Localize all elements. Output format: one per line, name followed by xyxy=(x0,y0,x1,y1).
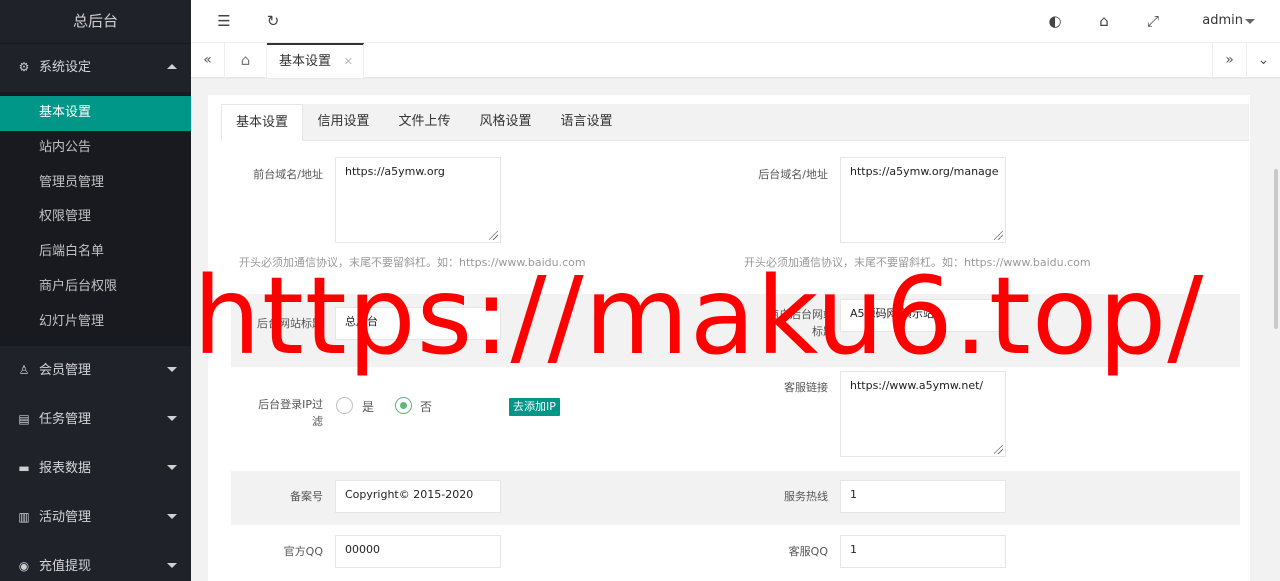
gear-icon: ⚙ xyxy=(18,60,30,74)
scroll-left-icon[interactable]: « xyxy=(191,43,225,78)
chevron-up-icon xyxy=(167,64,177,69)
nav-group-label: 充值提现 xyxy=(39,558,92,574)
sidebar-item-whitelist[interactable]: 后端白名单 xyxy=(0,235,191,270)
tab-language[interactable]: 语言设置 xyxy=(546,104,627,141)
nav-group-label: 任务管理 xyxy=(39,411,92,427)
coin-icon: ◉ xyxy=(18,558,30,573)
front-domain-textarea[interactable]: https://a5ymw.org xyxy=(335,157,501,243)
hotline-input[interactable]: 1 xyxy=(840,480,1006,513)
official-qq-label: 官方QQ xyxy=(283,545,323,558)
fullscreen-icon[interactable]: ⤢ xyxy=(1143,11,1163,31)
user-icon: ♙ xyxy=(18,362,30,377)
ip-filter-no-radio[interactable] xyxy=(395,397,412,414)
book-icon: ▥ xyxy=(18,509,30,524)
ip-filter-no-label: 否 xyxy=(420,400,433,414)
close-icon[interactable]: ✕ xyxy=(344,45,353,79)
resize-handle[interactable] xyxy=(994,231,1003,240)
palette-icon[interactable]: ◐ xyxy=(1045,11,1065,31)
ip-filter-yes-label: 是 xyxy=(362,400,375,414)
nav-group-reports[interactable]: ▬ 报表数据 xyxy=(0,444,191,493)
back-domain-value: https://a5ymw.org/manage xyxy=(850,165,999,178)
nav-group-system[interactable]: ⚙ 系统设定 xyxy=(0,43,191,92)
sidebar-item-admins[interactable]: 管理员管理 xyxy=(0,166,191,201)
service-qq-input[interactable]: 1 xyxy=(840,535,1006,568)
home-icon[interactable]: ⌂ xyxy=(225,43,267,78)
resize-handle[interactable] xyxy=(489,231,498,240)
scroll-right-icon[interactable]: » xyxy=(1212,43,1246,78)
tag-icon[interactable]: ⌂ xyxy=(1094,11,1114,31)
page-tab-basic-settings[interactable]: 基本设置 ✕ xyxy=(267,43,364,78)
watermark-overlay: https://maku6.top/ xyxy=(193,255,1205,379)
sidebar-item-announcements[interactable]: 站内公告 xyxy=(0,131,191,166)
top-header: ☰ ↻ ◐ ⌂ ⤢ admin xyxy=(191,0,1280,43)
nav-group-label: 会员管理 xyxy=(39,362,92,378)
chevron-down-icon xyxy=(167,415,177,421)
page-scrollbar[interactable] xyxy=(1274,169,1278,329)
settings-tabs: 基本设置 信用设置 文件上传 风格设置 语言设置 xyxy=(221,104,1249,141)
app-title: 总后台 xyxy=(0,0,191,43)
chevron-down-icon xyxy=(167,464,177,470)
nav-group-members[interactable]: ♙ 会员管理 xyxy=(0,346,191,395)
refresh-icon[interactable]: ↻ xyxy=(263,11,283,31)
chevron-down-icon xyxy=(167,513,177,519)
front-domain-label: 前台域名/地址 xyxy=(253,168,323,181)
resize-handle[interactable] xyxy=(994,445,1003,454)
service-qq-label: 客服QQ xyxy=(788,545,828,558)
nav-group-recharge[interactable]: ◉ 充值提现 xyxy=(0,542,191,581)
nav-group-activities[interactable]: ▥ 活动管理 xyxy=(0,493,191,542)
sidebar-item-basic-settings[interactable]: 基本设置 xyxy=(0,96,191,131)
collapse-menu-icon[interactable]: ☰ xyxy=(214,11,234,31)
nav-group-tasks[interactable]: ▤ 任务管理 xyxy=(0,395,191,444)
back-domain-textarea[interactable]: https://a5ymw.org/manage xyxy=(840,157,1006,243)
front-domain-value: https://a5ymw.org xyxy=(345,165,445,178)
sidebar-item-merchant-permissions[interactable]: 商户后台权限 xyxy=(0,270,191,305)
service-link-label: 客服链接 xyxy=(784,381,828,394)
official-qq-input[interactable]: 00000 xyxy=(335,535,501,568)
nav-group-label: 系统设定 xyxy=(39,60,92,75)
tab-upload[interactable]: 文件上传 xyxy=(384,104,465,141)
sidebar-item-permissions[interactable]: 权限管理 xyxy=(0,200,191,235)
sidebar-item-slides[interactable]: 幻灯片管理 xyxy=(0,305,191,340)
ip-filter-yes-radio[interactable] xyxy=(336,397,353,414)
add-ip-button[interactable]: 去添加IP xyxy=(509,398,560,416)
chevron-down-icon xyxy=(167,366,177,372)
icp-input[interactable]: Copyright© 2015-2020 xyxy=(335,480,501,513)
page-tabs-bar: « ⌂ 基本设置 ✕ » ⌄ xyxy=(191,43,1280,78)
tab-basic[interactable]: 基本设置 xyxy=(221,104,303,141)
sidebar: 总后台 ⚙ 系统设定 基本设置 站内公告 管理员管理 权限管理 后端白名单 商户… xyxy=(0,0,191,581)
tab-credit[interactable]: 信用设置 xyxy=(303,104,384,141)
ip-filter-label: 后台登录IP过滤 xyxy=(258,398,323,428)
caret-down-icon xyxy=(1245,19,1255,24)
hotline-label: 服务热线 xyxy=(784,490,828,503)
document-icon: ▤ xyxy=(18,411,30,426)
service-link-value: https://www.a5ymw.net/ xyxy=(850,379,984,392)
back-domain-label: 后台域名/地址 xyxy=(758,168,828,181)
chevron-down-icon[interactable]: ⌄ xyxy=(1246,43,1280,78)
monitor-icon: ▬ xyxy=(18,460,30,475)
icp-label: 备案号 xyxy=(290,490,323,503)
service-link-textarea[interactable]: https://www.a5ymw.net/ xyxy=(840,371,1006,457)
subnav-system: 基本设置 站内公告 管理员管理 权限管理 后端白名单 商户后台权限 幻灯片管理 xyxy=(0,92,191,346)
user-menu[interactable]: admin xyxy=(1202,13,1243,28)
tab-style[interactable]: 风格设置 xyxy=(465,104,546,141)
page-tab-label: 基本设置 xyxy=(279,54,332,69)
nav-group-label: 报表数据 xyxy=(39,460,92,476)
nav-group-label: 活动管理 xyxy=(39,509,92,525)
chevron-down-icon xyxy=(167,562,177,568)
